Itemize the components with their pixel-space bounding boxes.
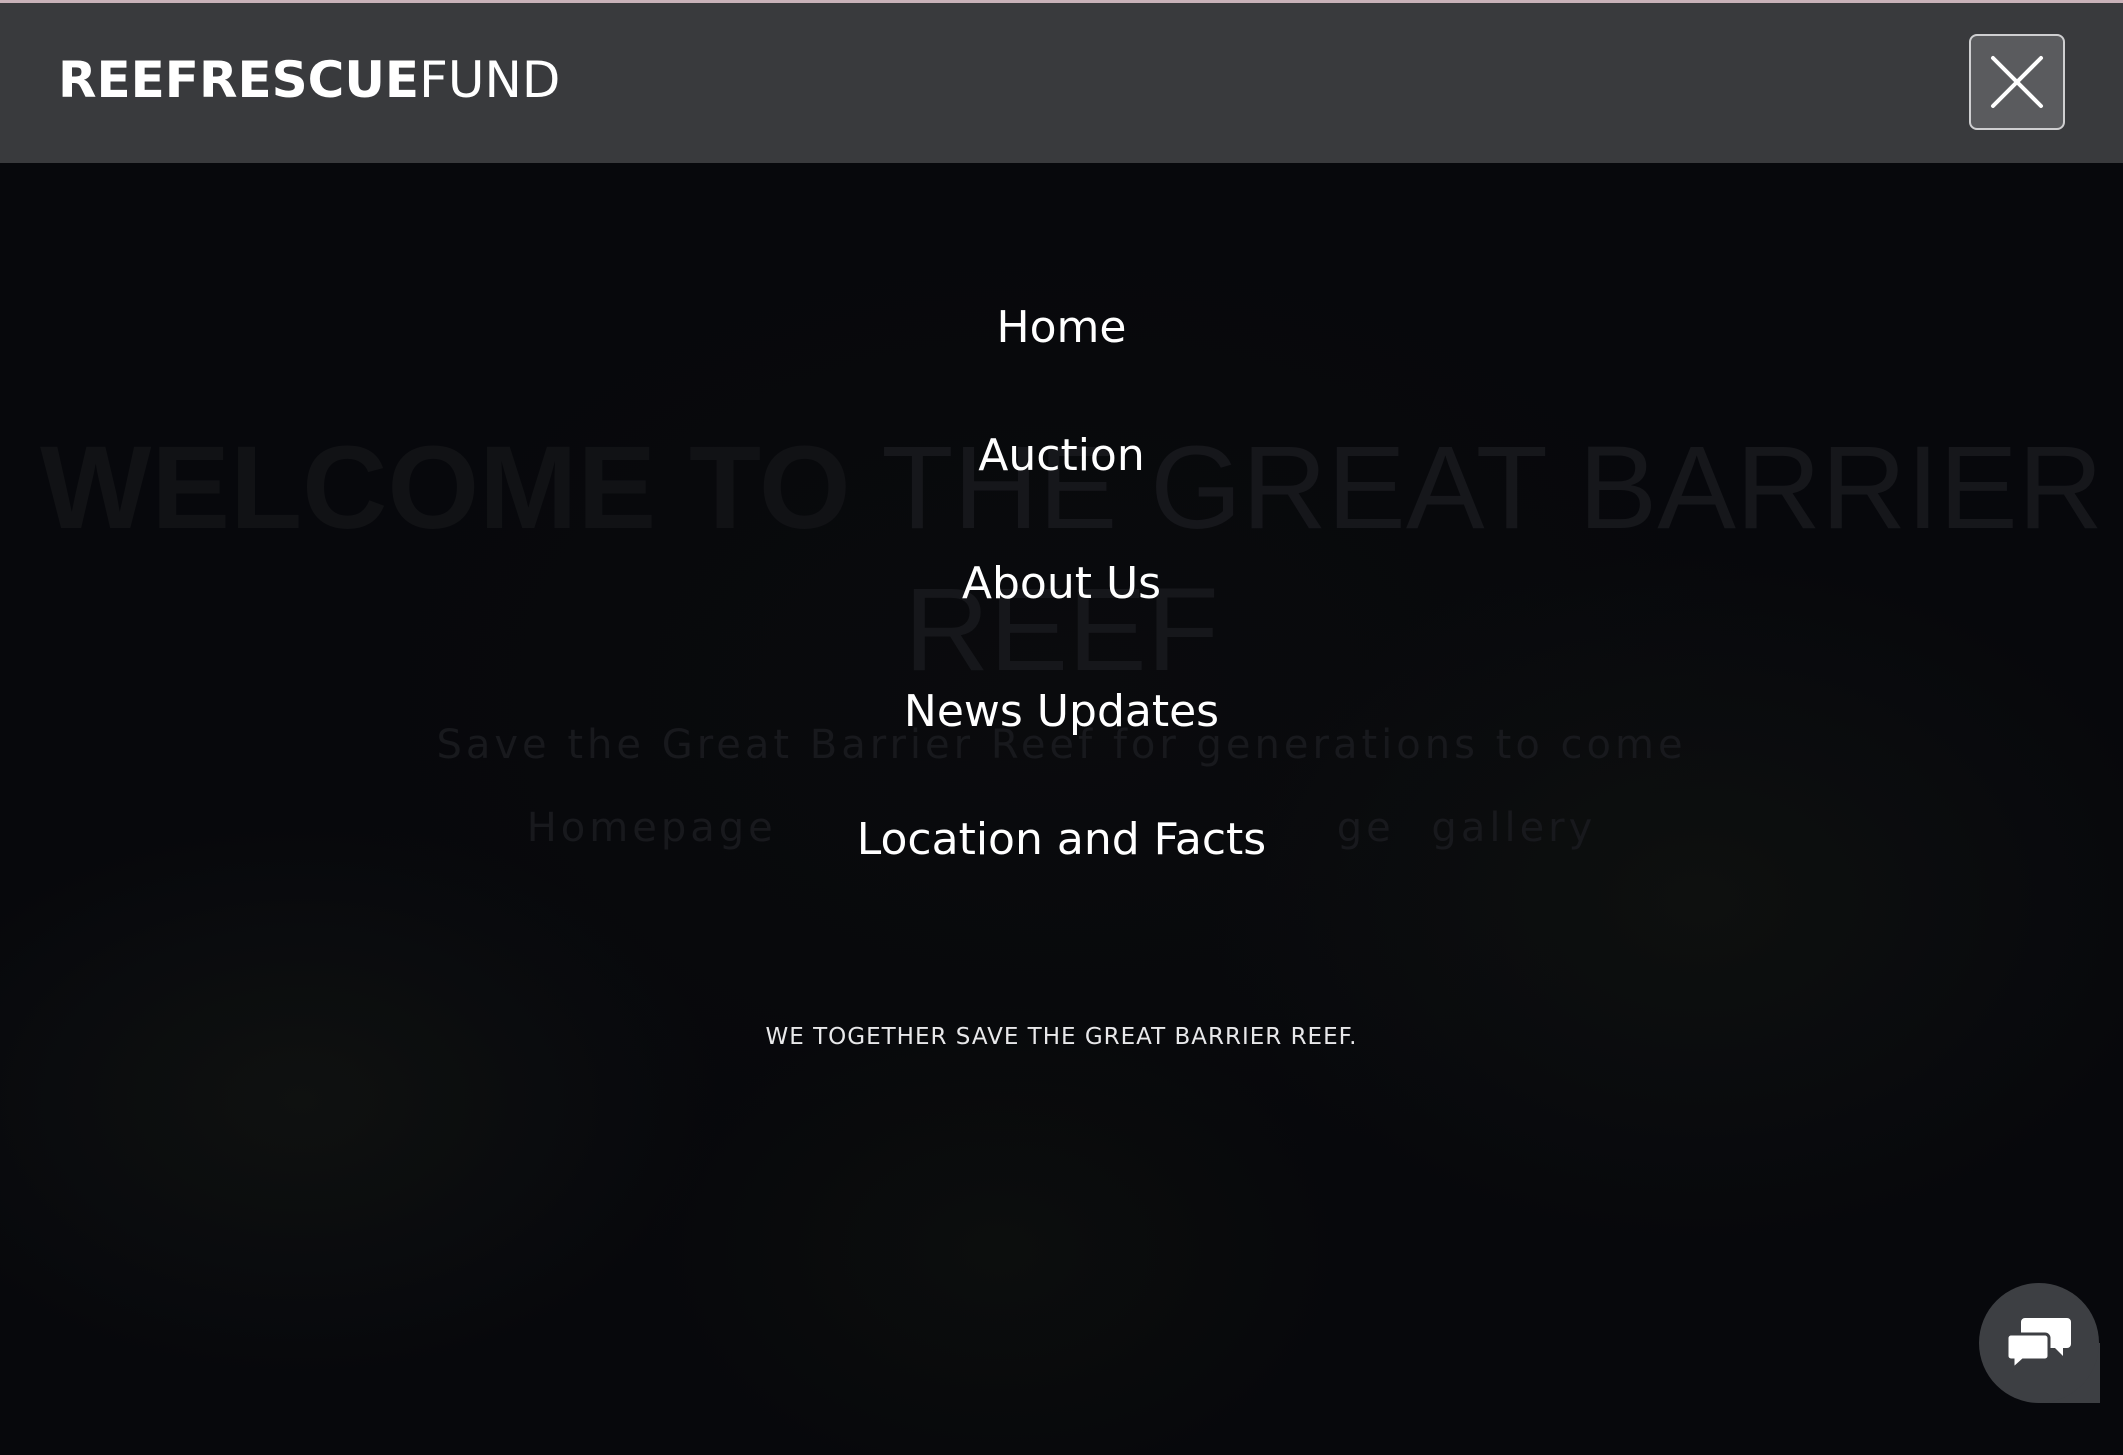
chat-bubbles-icon [2005,1318,2071,1372]
menu-item: News Updates [0,674,2123,802]
menu-item: Home [0,290,2123,418]
menu-overlay-page: WELCOME TO THE GREAT BARRIER REEF Save t… [0,0,2123,1455]
menu-link-auction[interactable]: Auction [978,418,1144,494]
close-menu-button[interactable] [1969,34,2065,130]
logo-bold-text: REEFRESCUE [58,51,420,109]
menu-link-location-facts[interactable]: Location and Facts [857,802,1266,878]
site-header: REEFRESCUEFUND [0,3,2123,163]
menu-link-about-us[interactable]: About Us [962,546,1161,622]
menu-item: Location and Facts [0,802,2123,930]
logo-light-text: FUND [419,51,561,109]
tagline: WE TOGETHER SAVE THE GREAT BARRIER REEF. [765,1024,1358,1050]
site-logo[interactable]: REEFRESCUEFUND [58,55,560,105]
menu-item: About Us [0,546,2123,674]
chat-button[interactable] [1979,1283,2099,1403]
close-icon [1991,56,2043,108]
menu-link-news-updates[interactable]: News Updates [904,674,1219,750]
menu-link-home[interactable]: Home [997,290,1127,366]
main-nav-menu: Home Auction About Us News Updates Locat… [0,290,2123,930]
menu-item: Auction [0,418,2123,546]
